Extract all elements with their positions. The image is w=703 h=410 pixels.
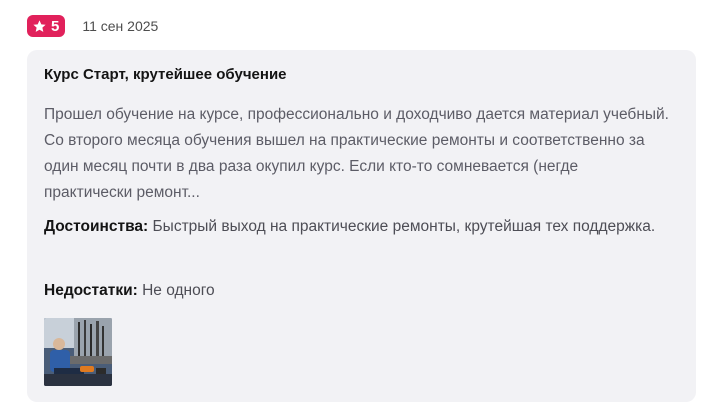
star-icon xyxy=(33,19,46,32)
cons-label: Недостатки: xyxy=(44,282,138,299)
review-card: Курс Старт, крутейшее обучение Прошел об… xyxy=(27,50,696,402)
rating-value: 5 xyxy=(51,17,60,35)
review-photo-thumbnail[interactable] xyxy=(44,318,112,386)
pros-label: Достоинства: xyxy=(44,218,149,235)
review-photo-image xyxy=(44,318,112,386)
review-date: 11 сен 2025 xyxy=(82,18,159,34)
review-cons: Недостатки: Не одного xyxy=(44,278,669,304)
cons-text: Не одного xyxy=(142,282,215,299)
review-title: Курс Старт, крутейшее обучение xyxy=(44,66,287,83)
review-header: 5 11 сен 2025 xyxy=(27,14,158,38)
pros-text: Быстрый выход на практические ремонты, к… xyxy=(152,218,656,235)
review-pros: Достоинства: Быстрый выход на практическ… xyxy=(44,214,669,240)
rating-badge: 5 xyxy=(27,15,66,37)
review-text: Прошел обучение на курсе, профессиональн… xyxy=(44,106,669,201)
